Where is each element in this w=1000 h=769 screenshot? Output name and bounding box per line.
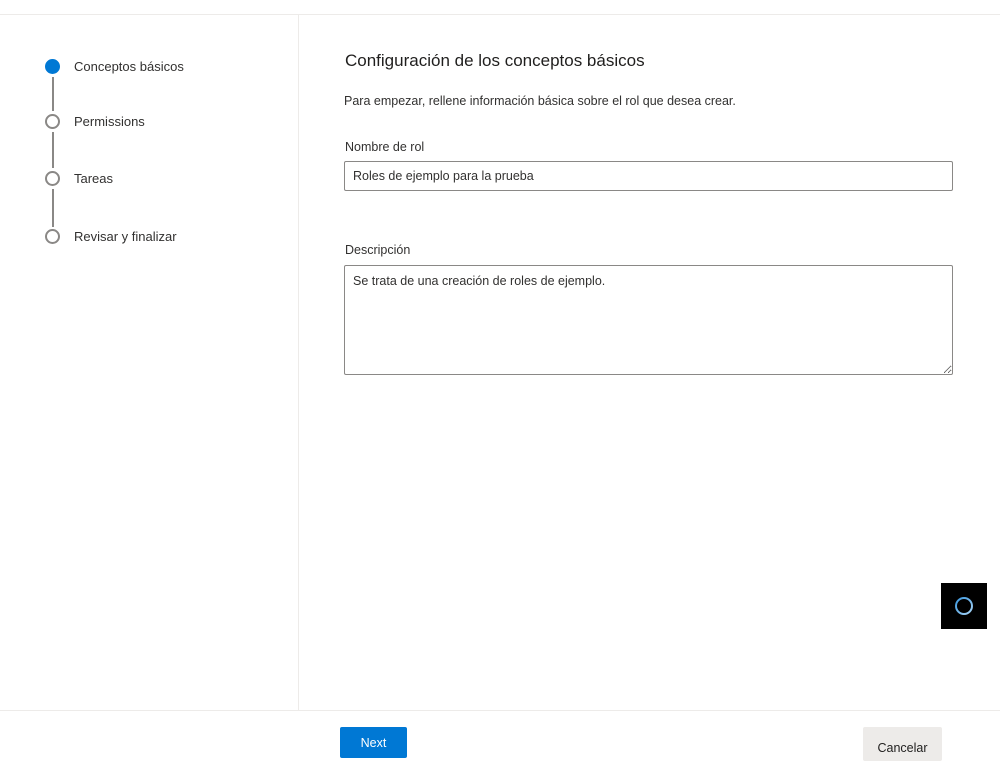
- next-button[interactable]: Next: [340, 727, 407, 758]
- step-pending-icon: [45, 170, 60, 186]
- role-name-label: Nombre de rol: [345, 140, 425, 154]
- step-label: Permissions: [74, 113, 145, 129]
- step-pending-icon: [45, 113, 60, 129]
- intro-text: Para empezar, rellene información básica…: [344, 94, 736, 108]
- description-textarea[interactable]: Se trata de una creación de roles de eje…: [344, 265, 953, 375]
- step-conceptos-basicos[interactable]: Conceptos básicos: [45, 56, 184, 76]
- step-revisar-y-finalizar[interactable]: Revisar y finalizar: [45, 226, 177, 246]
- step-label: Revisar y finalizar: [74, 228, 177, 244]
- main-content: Configuración de los conceptos básicos P…: [299, 15, 1000, 710]
- step-connector: [52, 77, 54, 111]
- step-connector: [52, 189, 54, 227]
- step-permissions[interactable]: Permissions: [45, 111, 145, 131]
- step-pending-icon: [45, 228, 60, 244]
- wizard-footer: Next Cancelar: [0, 710, 1000, 769]
- step-label: Conceptos básicos: [74, 58, 184, 74]
- step-connector: [52, 132, 54, 168]
- step-label: Tareas: [74, 170, 114, 186]
- page-title: Configuración de los conceptos básicos: [345, 51, 645, 70]
- step-active-icon: [45, 58, 60, 74]
- role-wizard: Conceptos básicos Permissions Tareas Rev…: [0, 0, 1000, 769]
- step-tareas[interactable]: Tareas: [45, 168, 113, 188]
- assistant-button[interactable]: [941, 583, 987, 629]
- loading-spinner-icon: [955, 597, 973, 615]
- cancel-button[interactable]: Cancelar: [863, 727, 942, 761]
- description-label: Descripción: [345, 243, 411, 257]
- wizard-stepper-panel: Conceptos básicos Permissions Tareas Rev…: [0, 15, 299, 710]
- role-name-input[interactable]: [344, 161, 953, 191]
